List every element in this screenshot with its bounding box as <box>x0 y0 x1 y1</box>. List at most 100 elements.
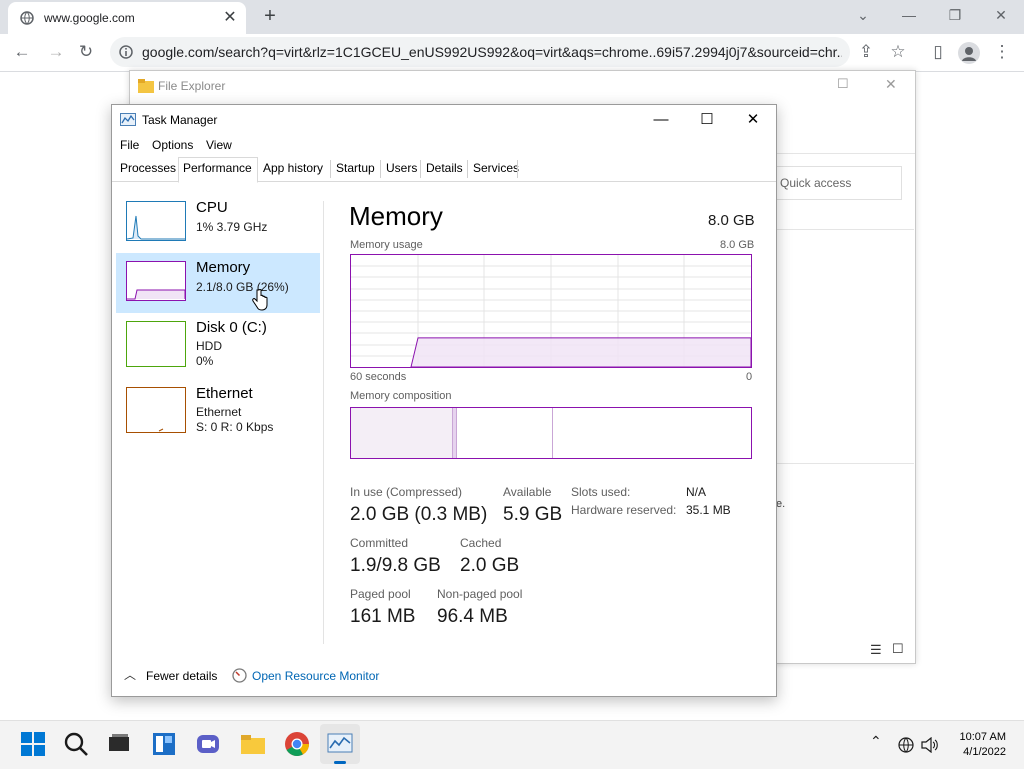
resource-monitor-icon <box>232 668 247 683</box>
tm-minimize-button[interactable]: — <box>638 105 684 135</box>
fe-divider-2 <box>776 463 914 464</box>
menu-options[interactable]: Options <box>152 138 193 152</box>
new-tab-button[interactable]: + <box>258 4 282 28</box>
tab-performance[interactable]: Performance <box>183 161 252 175</box>
start-windows-icon[interactable] <box>20 731 46 757</box>
in-use-label: In use (Compressed) <box>350 485 463 499</box>
menu-view[interactable]: View <box>206 138 232 152</box>
task-manager-footer: ︿ Fewer details Open Resource Monitor <box>112 657 776 695</box>
browser-tab[interactable]: www.google.com ✕ <box>8 2 246 34</box>
ethernet-mini-chart <box>158 428 164 432</box>
committed-value: 1.9/9.8 GB <box>350 555 441 576</box>
task-manager-titlebar[interactable]: Task Manager — ☐ ✕ <box>112 105 776 135</box>
disk-thumbnail-graph <box>126 321 186 367</box>
person-icon <box>962 47 976 61</box>
chrome-icon[interactable] <box>284 731 310 757</box>
folder-icon <box>138 79 154 93</box>
composition-in-use <box>351 408 453 458</box>
task-manager-taskbar-button[interactable] <box>320 724 360 764</box>
menu-bar: File Options View <box>112 135 776 157</box>
fe-close-button[interactable]: ✕ <box>885 76 897 93</box>
task-view-icon[interactable] <box>106 731 132 757</box>
fe-divider <box>776 229 914 230</box>
cpu-thumbnail-graph <box>126 201 186 241</box>
widgets-icon[interactable] <box>151 731 177 757</box>
cpu-name: CPU <box>196 199 228 216</box>
network-globe-icon[interactable] <box>898 737 914 753</box>
resource-ethernet[interactable]: Ethernet Ethernet S: 0 R: 0 Kbps <box>116 379 320 439</box>
quick-access-box[interactable]: Quick access <box>776 166 902 200</box>
fe-partial-text: e. <box>776 498 786 510</box>
chat-icon[interactable] <box>195 731 221 757</box>
bookmark-star-icon[interactable]: ☆ <box>884 38 912 66</box>
reload-button[interactable]: ↻ <box>72 38 100 66</box>
forward-button[interactable]: → <box>42 38 70 66</box>
disk-name: Disk 0 (C:) <box>196 319 267 336</box>
cached-label: Cached <box>460 536 502 550</box>
memory-name: Memory <box>196 259 251 276</box>
menu-kebab-icon[interactable]: ⋮ <box>988 38 1016 66</box>
tab-search-icon[interactable]: ⌄ <box>840 0 886 30</box>
chevron-up-tray-icon[interactable]: ⌃ <box>870 733 882 750</box>
details-view-icon[interactable]: ☰ <box>870 642 882 658</box>
tab-startup[interactable]: Startup <box>336 161 375 175</box>
tab-details[interactable]: Details <box>426 161 463 175</box>
in-use-value: 2.0 GB (0.3 MB) <box>350 504 488 525</box>
resource-memory[interactable]: Memory 2.1/8.0 GB (26%) <box>116 253 320 313</box>
memory-composition-bar <box>350 407 752 459</box>
memory-usage-label: Memory usage <box>350 239 423 251</box>
slots-label: Slots used: <box>571 485 631 499</box>
info-icon[interactable] <box>119 45 133 59</box>
task-manager-title: Task Manager <box>142 113 218 127</box>
tab-app-history[interactable]: App history <box>263 161 323 175</box>
open-resource-monitor-link[interactable]: Open Resource Monitor <box>252 669 379 683</box>
close-window-button[interactable]: ✕ <box>978 0 1024 30</box>
resource-cpu[interactable]: CPU 1% 3.79 GHz <box>116 193 320 253</box>
menu-file[interactable]: File <box>120 138 139 152</box>
ethernet-throughput: S: 0 R: 0 Kbps <box>196 420 274 434</box>
ethernet-adapter: Ethernet <box>196 405 242 419</box>
volume-icon[interactable] <box>921 737 939 753</box>
tab-services[interactable]: Services <box>473 161 519 175</box>
back-button[interactable]: ← <box>8 38 36 66</box>
profile-avatar[interactable] <box>958 42 980 64</box>
tab-users[interactable]: Users <box>386 161 417 175</box>
available-value: 5.9 GB <box>503 504 563 525</box>
file-explorer-title: File Explorer <box>158 79 226 93</box>
memory-usage-area <box>410 337 752 368</box>
resource-disk[interactable]: Disk 0 (C:) HDD 0% <box>116 313 320 373</box>
large-icons-view-icon[interactable]: ☐ <box>892 641 904 657</box>
panel-divider <box>323 201 324 644</box>
search-icon[interactable] <box>63 731 89 757</box>
hardware-reserved-value: 35.1 MB <box>686 503 731 517</box>
tm-maximize-button[interactable]: ☐ <box>684 105 730 135</box>
address-bar[interactable]: google.com/search?q=virt&rlz=1C1GCEU_enU… <box>110 37 850 67</box>
memory-usage-max: 8.0 GB <box>720 239 755 251</box>
system-clock[interactable]: 10:07 AM 4/1/2022 <box>960 730 1006 760</box>
tab-title: www.google.com <box>44 11 135 25</box>
file-explorer-taskbar-icon[interactable] <box>240 731 266 757</box>
close-tab-icon[interactable]: ✕ <box>220 8 240 28</box>
browser-toolbar: ← → ↻ google.com/search?q=virt&rlz=1C1GC… <box>0 34 1024 72</box>
tab-separator <box>380 160 381 178</box>
memory-mini-chart <box>127 289 186 300</box>
task-manager-window[interactable]: Task Manager — ☐ ✕ File Options View Pro… <box>111 104 777 697</box>
tab-separator <box>420 160 421 178</box>
chevron-up-icon[interactable]: ︿ <box>124 666 136 683</box>
task-manager-taskbar-icon <box>327 733 353 753</box>
disk-usage: 0% <box>196 354 214 368</box>
fewer-details-button[interactable]: Fewer details <box>146 669 217 683</box>
url-text: google.com/search?q=virt&rlz=1C1GCEU_enU… <box>142 44 842 60</box>
hardware-reserved-label: Hardware reserved: <box>571 503 677 517</box>
tab-processes[interactable]: Processes <box>120 161 176 175</box>
paged-pool-label: Paged pool <box>350 587 411 601</box>
minimize-button[interactable]: — <box>886 0 932 30</box>
fe-maximize-button[interactable]: ☐ <box>837 76 849 92</box>
tm-close-button[interactable]: ✕ <box>730 105 776 135</box>
side-panel-icon[interactable]: ▯ <box>924 38 952 66</box>
cached-value: 2.0 GB <box>460 555 520 576</box>
share-icon[interactable]: ⇪ <box>852 38 880 66</box>
available-label: Available <box>503 485 552 499</box>
restore-button[interactable]: ❐ <box>932 0 978 30</box>
cpu-mini-chart <box>126 215 185 240</box>
